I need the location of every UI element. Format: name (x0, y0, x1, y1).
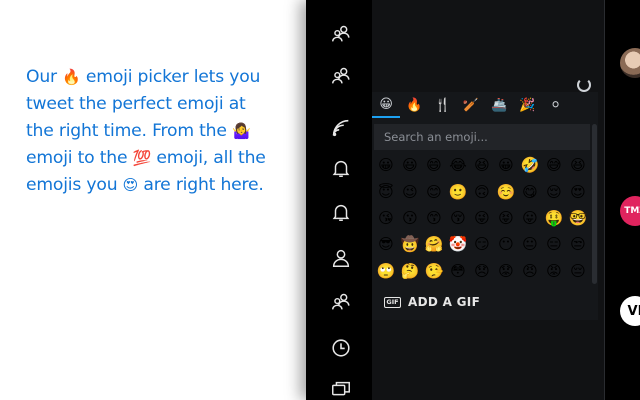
emoji-cell[interactable]: ☺️ (494, 178, 518, 204)
emoji-cell[interactable]: 😏 (470, 231, 494, 257)
tab-emoji-category[interactable]: 🔥 (400, 92, 428, 118)
emoji-cell[interactable]: 😠 (518, 258, 542, 284)
emoji-cell[interactable]: 😟 (494, 258, 518, 284)
emoji-cell[interactable]: 😍 (566, 178, 590, 204)
emoji-cell[interactable]: 😡 (542, 258, 566, 284)
emoji-cell[interactable]: 🤗 (422, 231, 446, 257)
emoji-cell[interactable]: 🤠 (398, 231, 422, 257)
emoji-cell[interactable]: 😂 (446, 152, 470, 178)
fire-emoji: 🔥 (62, 68, 81, 86)
emoji-cell[interactable]: 😑 (542, 231, 566, 257)
user-icon[interactable] (325, 242, 357, 274)
emoji-search-input[interactable] (374, 124, 590, 150)
emoji-cell[interactable]: 🤣 (518, 152, 542, 178)
emoji-cell[interactable]: 😆 (470, 152, 494, 178)
emoji-cell[interactable]: 🤔 (398, 258, 422, 284)
emoji-cell[interactable]: 😒 (566, 231, 590, 257)
emoji-cell[interactable]: 😔 (566, 258, 590, 284)
emoji-cell[interactable]: 🤡 (446, 231, 470, 257)
users-icon[interactable] (325, 286, 357, 318)
gif-icon: GIF (384, 296, 401, 308)
messages-icon[interactable] (325, 374, 357, 400)
scrollbar[interactable] (592, 124, 597, 284)
hundred-emoji: 💯 (132, 149, 152, 167)
add-gif-button[interactable]: GIF ADD A GIF (372, 286, 598, 318)
emoji-cell[interactable]: 😀 (494, 152, 518, 178)
emoji-cell[interactable]: 😙 (422, 205, 446, 231)
heart-eyes-emoji: 😍 (122, 176, 139, 194)
users-icon[interactable] (325, 60, 357, 92)
emoji-category-tabs: 😀 🔥 🍴 🏏 🚢 🎉 ⚪ (372, 92, 598, 118)
emoji-cell[interactable]: 😊 (422, 178, 446, 204)
emoji-cell[interactable]: 🤓 (566, 205, 590, 231)
emoji-cell[interactable]: 😛 (518, 205, 542, 231)
bell-icon[interactable] (325, 196, 357, 228)
loading-spinner-icon (577, 78, 591, 92)
emoji-cell[interactable]: 😐 (518, 231, 542, 257)
tab-emoji-category[interactable]: 🎉 (513, 92, 541, 118)
clock-icon[interactable] (325, 332, 357, 364)
emoji-grid: 😀 😃 😄 😂 😆 😀 🤣 😅 😆 😇 😉 😊 🙂 🙃 ☺️ 😋 😌 😍 😘 😗 😙 😚 😜 😝 😛 🤑 🤓 😎 🤠 🤗 🤡 😏 😶 😐 😑 😒 🙄 🤔 🤥… (374, 152, 590, 284)
emoji-cell[interactable]: 😞 (470, 258, 494, 284)
tab-emoji-category[interactable]: 🍴 (429, 92, 457, 118)
emoji-cell[interactable]: 😶 (494, 231, 518, 257)
shrug-emoji: 🤷‍♀️ (232, 122, 251, 140)
emoji-cell[interactable]: 😌 (542, 178, 566, 204)
tab-emoji-category[interactable]: 😀 (372, 92, 401, 118)
emoji-cell[interactable]: 😀 (374, 152, 398, 178)
tab-emoji-category[interactable]: 🏏 (457, 92, 485, 118)
emoji-cell[interactable]: 🙄 (374, 258, 398, 284)
promo-panel: Our 🔥 emoji picker lets you tweet the pe… (0, 0, 306, 400)
emoji-cell[interactable]: 🤥 (422, 258, 446, 284)
emoji-cell[interactable]: 😘 (374, 205, 398, 231)
emoji-cell[interactable]: 😄 (422, 152, 446, 178)
emoji-cell[interactable]: 😎 (374, 231, 398, 257)
promo-line-1a: Our (26, 67, 63, 87)
emoji-cell[interactable]: 😅 (542, 152, 566, 178)
bell-icon[interactable] (325, 152, 357, 184)
emoji-cell[interactable]: 😋 (518, 178, 542, 204)
promo-line-3a: the right time. From the (26, 121, 232, 141)
promo-line-4b: emoji, all the (151, 148, 266, 168)
feed-icon[interactable] (325, 112, 357, 144)
emoji-cell[interactable]: 😗 (398, 205, 422, 231)
promo-line-4a: emoji to the (26, 148, 133, 168)
emoji-cell[interactable]: 😃 (398, 152, 422, 178)
users-icon[interactable] (325, 18, 357, 50)
tab-emoji-category[interactable]: ⚪ (542, 92, 570, 118)
emoji-cell[interactable]: 😳 (446, 258, 470, 284)
promo-line-2: tweet the perfect emoji at (26, 94, 246, 114)
promo-line-1b: emoji picker lets you (80, 67, 261, 87)
emoji-cell[interactable]: 😉 (398, 178, 422, 204)
emoji-cell[interactable]: 🙂 (446, 178, 470, 204)
emoji-cell[interactable]: 😇 (374, 178, 398, 204)
promo-line-5a: emojis you (26, 175, 123, 195)
emoji-cell[interactable]: 😝 (494, 205, 518, 231)
promo-line-5b: are right here. (138, 175, 264, 195)
emoji-cell[interactable]: 🙃 (470, 178, 494, 204)
emoji-cell[interactable]: 🤑 (542, 205, 566, 231)
tab-emoji-category[interactable]: 🚢 (485, 92, 513, 118)
add-gif-label: ADD A GIF (408, 295, 481, 309)
emoji-cell[interactable]: 😜 (470, 205, 494, 231)
emoji-cell[interactable]: 😆 (566, 152, 590, 178)
promo-text: Our 🔥 emoji picker lets you tweet the pe… (26, 64, 301, 199)
emoji-cell[interactable]: 😚 (446, 205, 470, 231)
